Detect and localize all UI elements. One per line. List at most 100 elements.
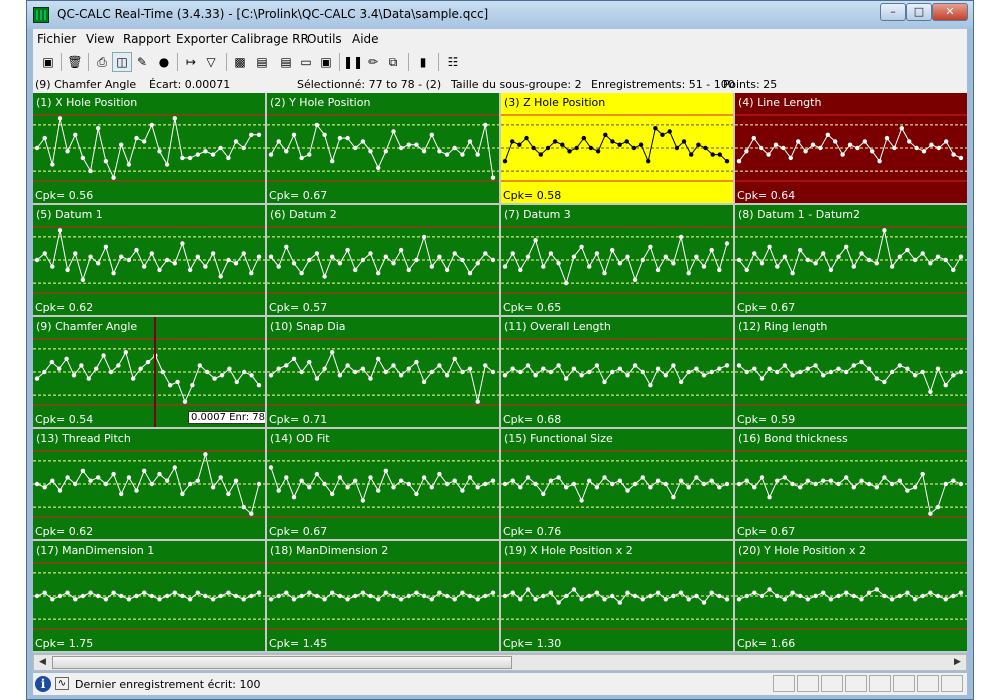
data-point[interactable]	[928, 590, 933, 595]
data-point[interactable]	[368, 475, 373, 480]
data-point[interactable]	[517, 142, 522, 147]
data-point[interactable]	[242, 369, 247, 375]
data-point[interactable]	[767, 366, 772, 371]
data-point[interactable]	[475, 261, 480, 266]
data-point[interactable]	[57, 488, 63, 493]
data-point[interactable]	[866, 481, 872, 487]
data-point[interactable]	[180, 491, 185, 497]
data-point[interactable]	[483, 363, 488, 368]
data-point[interactable]	[912, 257, 918, 263]
data-point[interactable]	[882, 228, 887, 233]
data-point[interactable]	[421, 234, 427, 240]
data-point[interactable]	[803, 149, 808, 154]
chart-panel[interactable]: (4) Line Length Cpk= 0.64	[735, 93, 967, 203]
data-point[interactable]	[175, 379, 180, 385]
data-point[interactable]	[709, 590, 714, 595]
data-point[interactable]	[234, 379, 239, 385]
data-point[interactable]	[602, 271, 607, 276]
data-point[interactable]	[655, 590, 661, 595]
data-point[interactable]	[345, 485, 350, 490]
data-point[interactable]	[798, 247, 803, 253]
data-point[interactable]	[751, 135, 756, 141]
data-point[interactable]	[920, 593, 925, 599]
data-point[interactable]	[460, 369, 465, 375]
data-point[interactable]	[790, 590, 795, 595]
data-point[interactable]	[625, 373, 630, 378]
data-point[interactable]	[322, 132, 327, 137]
data-point[interactable]	[759, 376, 765, 381]
data-point[interactable]	[429, 597, 434, 602]
data-point[interactable]	[686, 271, 691, 276]
chart-panel[interactable]: (6) Datum 2 Cpk= 0.57	[267, 205, 499, 315]
data-point[interactable]	[353, 267, 358, 273]
data-point[interactable]	[383, 468, 388, 473]
data-point[interactable]	[579, 373, 584, 378]
data-point[interactable]	[766, 152, 771, 157]
data-point[interactable]	[437, 590, 442, 595]
data-point[interactable]	[502, 373, 508, 378]
chart-panel[interactable]: (3) Z Hole Position Cpk= 0.58	[501, 93, 733, 203]
data-point[interactable]	[391, 261, 396, 266]
data-point[interactable]	[813, 481, 818, 487]
data-point[interactable]	[50, 264, 55, 269]
data-point[interactable]	[490, 590, 496, 595]
data-point[interactable]	[291, 261, 297, 266]
data-point[interactable]	[149, 481, 154, 487]
data-point[interactable]	[368, 251, 373, 256]
data-point[interactable]	[490, 478, 496, 483]
data-point[interactable]	[594, 590, 600, 595]
data-point[interactable]	[444, 267, 450, 273]
data-point[interactable]	[897, 254, 902, 259]
chart-panel[interactable]: (13) Thread Pitch Cpk= 0.62	[33, 429, 265, 539]
data-point[interactable]	[157, 149, 162, 154]
data-point[interactable]	[276, 366, 281, 371]
data-point[interactable]	[694, 366, 699, 371]
data-point[interactable]	[655, 478, 661, 483]
data-point[interactable]	[905, 590, 910, 595]
data-point[interactable]	[268, 254, 274, 259]
data-point[interactable]	[314, 471, 320, 477]
data-point[interactable]	[157, 471, 162, 477]
data-point[interactable]	[218, 274, 223, 279]
data-point[interactable]	[759, 475, 765, 480]
chart-settings-icon[interactable]: ▤	[252, 52, 272, 72]
data-point[interactable]	[284, 475, 289, 480]
data-point[interactable]	[360, 257, 366, 263]
data-point[interactable]	[180, 593, 185, 599]
menu-calibrage-rr[interactable]: Calibrage RR	[231, 32, 309, 46]
data-point[interactable]	[50, 478, 55, 483]
data-point[interactable]	[421, 149, 427, 154]
data-point[interactable]	[736, 159, 742, 164]
data-point[interactable]	[452, 251, 457, 256]
data-point[interactable]	[256, 481, 262, 487]
data-point[interactable]	[752, 251, 757, 256]
lock-icon[interactable]: ●	[154, 52, 174, 72]
data-point[interactable]	[57, 116, 63, 121]
data-point[interactable]	[172, 465, 177, 470]
data-point[interactable]	[836, 593, 841, 599]
data-point[interactable]	[256, 254, 262, 259]
data-point[interactable]	[322, 274, 327, 279]
data-point[interactable]	[268, 373, 274, 378]
data-point[interactable]	[360, 590, 366, 595]
chart-panel[interactable]: (19) X Hole Position x 2 Cpk= 1.30	[501, 541, 733, 651]
data-point[interactable]	[775, 369, 780, 375]
data-point[interactable]	[678, 590, 684, 595]
data-point[interactable]	[164, 593, 170, 599]
data-point[interactable]	[467, 475, 473, 480]
data-point[interactable]	[330, 254, 335, 259]
data-point[interactable]	[844, 369, 849, 375]
data-point[interactable]	[935, 593, 941, 599]
data-point[interactable]	[663, 481, 668, 487]
data-point[interactable]	[640, 369, 645, 375]
data-point[interactable]	[840, 152, 845, 157]
data-point[interactable]	[88, 168, 93, 174]
data-point[interactable]	[571, 481, 577, 487]
data-point[interactable]	[951, 478, 956, 483]
data-point[interactable]	[717, 366, 722, 371]
data-point[interactable]	[805, 257, 811, 263]
data-point[interactable]	[353, 478, 358, 483]
data-point[interactable]	[452, 145, 457, 151]
data-point[interactable]	[398, 373, 404, 378]
data-point[interactable]	[818, 145, 823, 151]
